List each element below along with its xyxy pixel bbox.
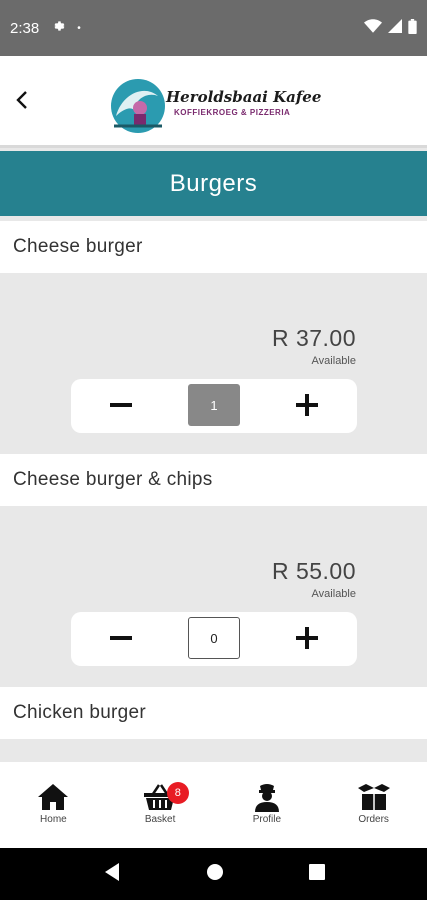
quantity-stepper: 0: [71, 612, 357, 666]
wifi-icon: [364, 19, 382, 37]
nav-orders[interactable]: Orders: [320, 762, 427, 848]
menu-item-name[interactable]: Cheese burger & chips: [0, 454, 427, 506]
quantity-stepper: 1: [71, 379, 357, 433]
system-recents-icon[interactable]: [308, 863, 325, 885]
system-back-icon[interactable]: [103, 862, 121, 887]
nav-basket-label: Basket: [144, 814, 176, 825]
item-availability: Available: [311, 588, 356, 600]
menu-item-details: R 37.00 Available 1: [0, 273, 427, 454]
minus-icon: [110, 636, 132, 640]
status-time: 2:38: [10, 19, 40, 37]
profile-icon: [254, 784, 279, 812]
orders-box-icon: [357, 784, 390, 810]
increase-quantity-button[interactable]: [295, 626, 319, 650]
nav-profile-label: Profile: [252, 814, 282, 825]
plus-icon: [296, 627, 318, 649]
menu-item-list[interactable]: Cheese burger R 37.00 Available 1 Cheese…: [0, 221, 427, 762]
menu-item-details: [0, 739, 427, 762]
quantity-value[interactable]: 0: [188, 617, 240, 659]
item-price: R 55.00: [271, 558, 356, 584]
nav-home[interactable]: Home: [0, 762, 107, 848]
increase-quantity-button[interactable]: [295, 393, 319, 417]
decrease-quantity-button[interactable]: [109, 393, 133, 417]
plus-icon: [296, 394, 318, 416]
home-icon: [38, 784, 69, 810]
nav-basket[interactable]: 8 Basket: [107, 762, 214, 848]
battery-icon: [408, 18, 417, 38]
menu-item-name[interactable]: Chicken burger: [0, 687, 427, 739]
bottom-navigation: Home 8 Basket Profile Orders: [0, 762, 427, 848]
system-home-icon[interactable]: [206, 863, 224, 886]
restaurant-logo: Heroldsbaai Kafee KOFFIEKROEG & PIZZERIA: [108, 76, 323, 136]
quantity-value[interactable]: 1: [188, 384, 240, 426]
app-bar: Heroldsbaai Kafee KOFFIEKROEG & PIZZERIA: [0, 56, 427, 148]
nav-home-label: Home: [40, 814, 67, 825]
nav-orders-label: Orders: [358, 814, 389, 825]
logo-name: Heroldsbaai Kafee: [166, 88, 322, 106]
back-arrow-icon[interactable]: [8, 86, 36, 114]
status-bar: 2:38 •: [0, 0, 427, 56]
notification-dot: •: [77, 22, 81, 34]
menu-item-name[interactable]: Cheese burger: [0, 221, 427, 273]
minus-icon: [110, 403, 132, 407]
menu-item-details: R 55.00 Available 0: [0, 506, 427, 687]
signal-icon: [388, 19, 402, 37]
decrease-quantity-button[interactable]: [109, 626, 133, 650]
item-price: R 37.00: [271, 325, 356, 351]
system-navigation-bar: [0, 848, 427, 900]
item-availability: Available: [311, 355, 356, 367]
category-title: Burgers: [0, 151, 427, 216]
nav-profile[interactable]: Profile: [214, 762, 321, 848]
settings-gear-icon: [51, 19, 65, 37]
wave-logo-icon: [111, 79, 165, 133]
logo-subtitle: KOFFIEKROEG & PIZZERIA: [174, 108, 291, 117]
basket-count-badge: 8: [166, 782, 189, 804]
